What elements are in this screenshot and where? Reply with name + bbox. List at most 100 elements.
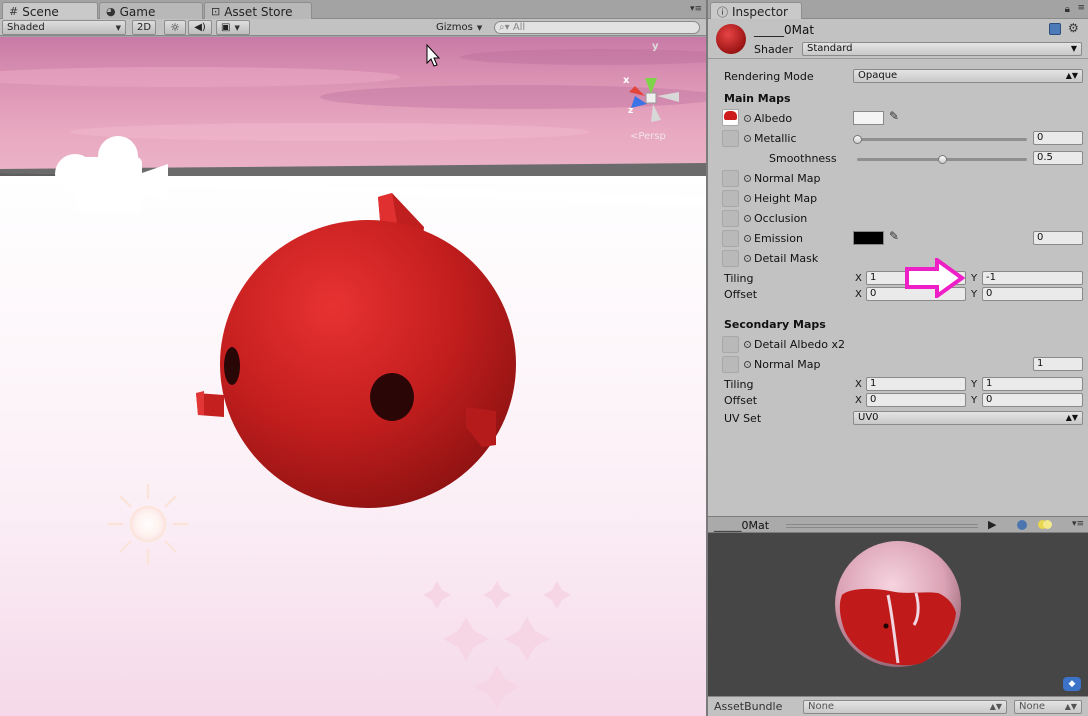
- normal-map-picker-icon[interactable]: [744, 175, 751, 182]
- tab-scene[interactable]: # Scene: [2, 2, 98, 19]
- gizmos-dropdown[interactable]: Gizmos ▼: [432, 20, 486, 35]
- eyedropper-icon[interactable]: ✎: [889, 109, 899, 123]
- secondary-tiling-x-label: X: [855, 379, 862, 390]
- secondary-tiling-label: Tiling: [724, 378, 754, 391]
- uv-set-dropdown[interactable]: UV0 ▲▼: [853, 411, 1083, 425]
- metallic-slider-track[interactable]: [857, 138, 1027, 141]
- emission-value-field[interactable]: 0: [1033, 231, 1083, 245]
- material-preview[interactable]: ◆: [708, 533, 1088, 696]
- metallic-picker-icon[interactable]: [744, 135, 751, 142]
- detail-mask-label: Detail Mask: [754, 252, 819, 265]
- uv-set-value: UV0: [858, 412, 879, 423]
- secondary-offset-x-field[interactable]: 0: [866, 393, 966, 407]
- metallic-value-field[interactable]: 0: [1033, 131, 1083, 145]
- scene-search-input[interactable]: ⌕▾ All: [494, 21, 700, 34]
- eyedropper-icon[interactable]: ✎: [889, 229, 899, 243]
- metallic-slider-knob[interactable]: [853, 135, 862, 144]
- detail-mask-slot[interactable]: [722, 250, 739, 267]
- chevron-down-icon: ▲▼: [1065, 413, 1078, 422]
- gizmo-z-label: z: [628, 106, 634, 116]
- tab-asset-store[interactable]: ⊡ Asset Store: [204, 2, 312, 19]
- detail-albedo-picker-icon[interactable]: [744, 341, 751, 348]
- panel-menu-icon[interactable]: ▾≡: [690, 4, 702, 14]
- panel-menu-icon[interactable]: ≡: [1077, 3, 1085, 13]
- play-icon[interactable]: ▶: [988, 518, 996, 531]
- chevron-down-icon: ▼: [115, 23, 121, 32]
- help-book-icon[interactable]: [1049, 23, 1061, 35]
- preview-header[interactable]: _____0Mat ▶ ▾≡: [708, 516, 1088, 533]
- emission-picker-icon[interactable]: [744, 235, 751, 242]
- tab-game[interactable]: ◕ Game: [99, 2, 203, 19]
- albedo-picker-icon[interactable]: [744, 115, 751, 122]
- gizmo-x-label: x: [623, 75, 630, 86]
- offset-y-field[interactable]: 0: [982, 287, 1083, 301]
- gear-icon[interactable]: ⚙: [1068, 21, 1079, 35]
- secondary-normal-map-picker-icon[interactable]: [744, 361, 751, 368]
- rendering-mode-dropdown[interactable]: Opaque ▲▼: [853, 69, 1083, 83]
- lighting-toggle[interactable]: ☼: [164, 20, 186, 35]
- panel-menu-icon[interactable]: ▾≡: [1072, 519, 1084, 529]
- albedo-thumbnail-icon: [724, 111, 737, 120]
- sphere-icon[interactable]: [1017, 520, 1027, 530]
- occlusion-slot[interactable]: [722, 210, 739, 227]
- gizmo-y-label: y: [652, 41, 659, 52]
- tiling-y-field[interactable]: -1: [982, 271, 1083, 285]
- audio-toggle[interactable]: ◀): [188, 20, 212, 35]
- chevron-down-icon: ▲▼: [1065, 71, 1078, 80]
- scene-viewport[interactable]: y x z <Persp: [0, 37, 706, 716]
- secondary-tiling-y-label: Y: [971, 379, 978, 390]
- secondary-tiling-x-field[interactable]: 1: [866, 377, 966, 391]
- lock-icon[interactable]: 🔒︎: [1065, 4, 1070, 15]
- perspective-toggle[interactable]: <Persp: [630, 131, 666, 142]
- tiling-y-label: Y: [971, 273, 978, 284]
- detail-albedo-slot[interactable]: [722, 336, 739, 353]
- asset-bundle-bar: AssetBundle None ▲▼ None ▲▼: [708, 696, 1088, 716]
- albedo-color-swatch[interactable]: [853, 111, 884, 125]
- asset-variant-dropdown[interactable]: None ▲▼: [1014, 700, 1082, 714]
- secondary-offset-x-label: X: [855, 395, 862, 406]
- asset-bundle-dropdown[interactable]: None ▲▼: [803, 700, 1007, 714]
- secondary-offset-y-field[interactable]: 0: [982, 393, 1083, 407]
- smoothness-slider-knob[interactable]: [938, 155, 947, 164]
- secondary-normal-map-slot[interactable]: [722, 356, 739, 373]
- asset-label-icon[interactable]: ◆: [1063, 677, 1081, 691]
- emission-slot[interactable]: [722, 230, 739, 247]
- uv-set-label: UV Set: [724, 412, 762, 425]
- scene-tabstrip: # Scene ◕ Game ⊡ Asset Store ▾≡: [0, 0, 706, 19]
- smoothness-value-field[interactable]: 0.5: [1033, 151, 1083, 165]
- albedo-texture-slot[interactable]: [722, 109, 739, 126]
- height-map-slot[interactable]: [722, 190, 739, 207]
- search-icon: ⌕▾: [499, 22, 510, 33]
- inspector-panel: _____0Mat Shader Standard ▼ ⚙ Rendering …: [708, 19, 1088, 516]
- tab-scene-label: Scene: [22, 4, 59, 19]
- chevron-down-icon: ▲▼: [1064, 702, 1077, 711]
- secondary-tiling-y-field[interactable]: 1: [982, 377, 1083, 391]
- secondary-offset-y-label: Y: [971, 395, 978, 406]
- asset-bundle-value: None: [808, 701, 835, 712]
- shading-mode-dropdown[interactable]: Shaded ▼: [2, 20, 126, 35]
- material-name: _____0Mat: [754, 23, 815, 37]
- secondary-normal-map-value[interactable]: 1: [1033, 357, 1083, 371]
- tiling-label: Tiling: [724, 272, 754, 285]
- tab-inspector[interactable]: ⓘ Inspector: [710, 2, 802, 19]
- occlusion-picker-icon[interactable]: [744, 215, 751, 222]
- height-map-label: Height Map: [754, 192, 818, 205]
- smoothness-label: Smoothness: [769, 152, 837, 165]
- mode-2d-button[interactable]: 2D: [132, 20, 156, 35]
- shader-dropdown[interactable]: Standard ▼: [802, 42, 1082, 56]
- effects-dropdown[interactable]: ▣ ▼: [216, 20, 250, 35]
- metallic-texture-slot[interactable]: [722, 130, 739, 147]
- grid-icon: #: [9, 5, 19, 18]
- secondary-offset-label: Offset: [724, 394, 758, 407]
- emission-color-swatch[interactable]: [853, 231, 884, 245]
- image-icon: ▣: [221, 22, 231, 33]
- preview-resize-grip[interactable]: [786, 524, 978, 528]
- detail-albedo-label: Detail Albedo x2: [754, 338, 845, 351]
- tiling-x-label: X: [855, 273, 862, 284]
- chevron-down-icon: ▼: [234, 23, 240, 32]
- main-maps-title: Main Maps: [724, 92, 791, 105]
- lights-icon[interactable]: [1038, 520, 1052, 530]
- height-map-picker-icon[interactable]: [744, 195, 751, 202]
- detail-mask-picker-icon[interactable]: [744, 255, 751, 262]
- normal-map-slot[interactable]: [722, 170, 739, 187]
